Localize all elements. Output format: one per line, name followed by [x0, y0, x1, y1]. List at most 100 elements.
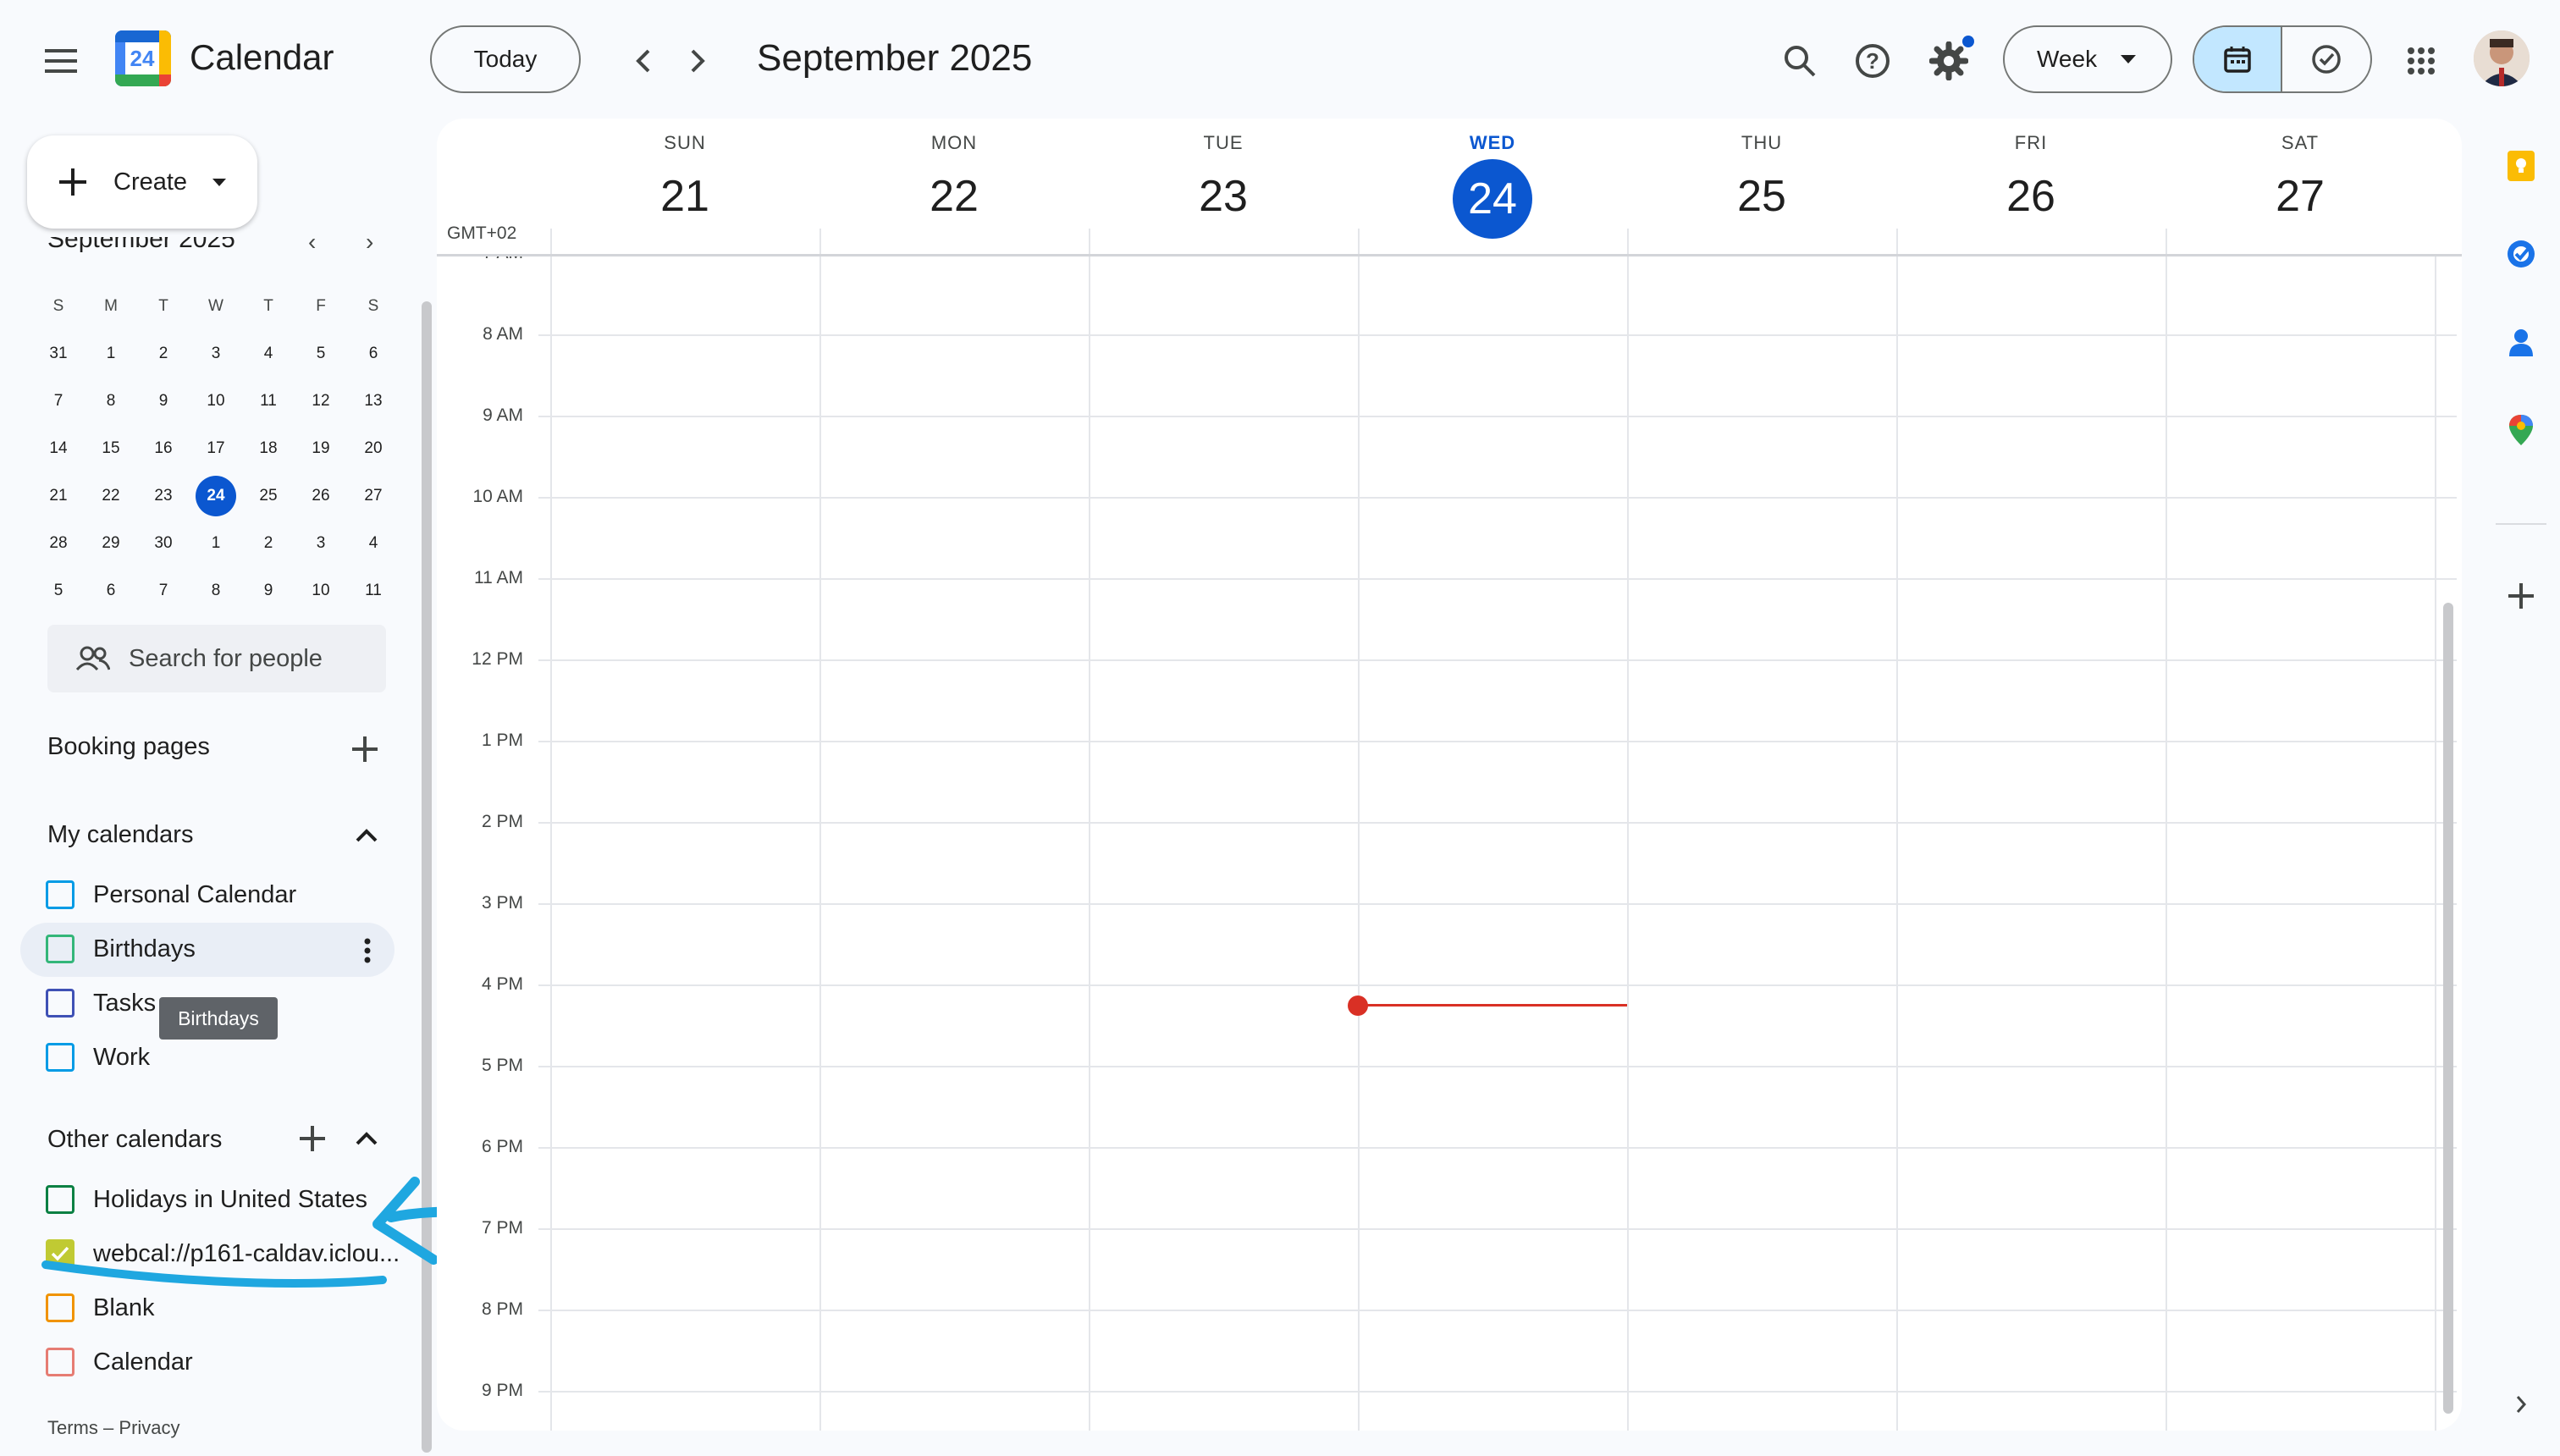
search-button[interactable]	[1773, 34, 1827, 88]
mini-day[interactable]: 8	[190, 567, 242, 615]
mini-day[interactable]: 10	[295, 567, 347, 615]
my-calendars-label[interactable]: My calendars	[47, 821, 193, 849]
other-calendars-label[interactable]: Other calendars	[47, 1126, 222, 1154]
time-grid[interactable]: 7 AM 8 AM 9 AM 10 AM 11 AM 12 PM 1 PM 2 PM 3 PM 4…	[437, 256, 2462, 1431]
mini-day[interactable]: 22	[85, 472, 137, 520]
mini-day[interactable]: 9	[242, 567, 295, 615]
mini-day[interactable]: 11	[347, 567, 400, 615]
mini-day[interactable]: 1	[85, 330, 137, 378]
mini-day[interactable]: 3	[190, 330, 242, 378]
mini-day[interactable]: 21	[32, 472, 85, 520]
day-number[interactable]: 24	[1358, 159, 1627, 239]
tasks-view-toggle[interactable]	[2282, 27, 2370, 91]
mini-day[interactable]: 2	[137, 330, 190, 378]
calendar-item-birthdays[interactable]: Birthdays	[46, 928, 196, 970]
calendar-options-button[interactable]	[350, 929, 384, 972]
get-add-ons-button[interactable]	[2496, 571, 2546, 621]
day-number[interactable]: 25	[1627, 159, 1896, 234]
main-menu-button[interactable]	[34, 34, 88, 88]
mini-day[interactable]: 16	[137, 425, 190, 472]
day-header-tue[interactable]: TUE 23	[1089, 119, 1358, 234]
day-number[interactable]: 26	[1896, 159, 2166, 234]
mini-day[interactable]: 24	[190, 472, 242, 520]
privacy-link[interactable]: Privacy	[119, 1417, 179, 1438]
mini-day[interactable]: 26	[295, 472, 347, 520]
calendar-checkbox[interactable]	[46, 1043, 74, 1072]
day-header-mon[interactable]: MON 22	[819, 119, 1089, 234]
day-header-wed[interactable]: WED 24	[1358, 119, 1627, 239]
mini-next-month-button[interactable]: ›	[366, 237, 373, 256]
add-other-calendar-button[interactable]	[291, 1117, 334, 1160]
next-week-button[interactable]	[674, 37, 721, 85]
collapse-my-calendars-button[interactable]	[345, 814, 388, 857]
mini-day[interactable]: 25	[242, 472, 295, 520]
day-header-sat[interactable]: SAT 27	[2166, 119, 2435, 234]
search-people-field[interactable]: Search for people	[47, 625, 386, 692]
show-side-panel-button[interactable]	[2504, 1383, 2538, 1426]
day-header-fri[interactable]: FRI 26	[1896, 119, 2166, 234]
calendar-item-personal[interactable]: Personal Calendar	[46, 874, 296, 916]
contacts-button[interactable]	[2496, 317, 2546, 367]
day-header-thu[interactable]: THU 25	[1627, 119, 1896, 234]
calendar-checkbox[interactable]	[46, 880, 74, 909]
terms-link[interactable]: Terms	[47, 1417, 98, 1438]
calendar-checkbox[interactable]	[46, 989, 74, 1018]
mini-prev-month-button[interactable]: ‹	[308, 237, 316, 256]
mini-day[interactable]: 9	[137, 378, 190, 425]
mini-day[interactable]: 28	[32, 520, 85, 567]
tasks-button[interactable]	[2496, 229, 2546, 279]
help-button[interactable]: ?	[1846, 34, 1900, 88]
keep-button[interactable]	[2496, 141, 2546, 191]
today-button[interactable]: Today	[430, 25, 581, 93]
mini-day[interactable]: 6	[85, 567, 137, 615]
mini-day[interactable]: 23	[137, 472, 190, 520]
account-avatar[interactable]	[2474, 30, 2530, 86]
mini-day[interactable]: 20	[347, 425, 400, 472]
mini-day[interactable]: 29	[85, 520, 137, 567]
mini-day[interactable]: 14	[32, 425, 85, 472]
day-number[interactable]: 21	[550, 159, 819, 234]
add-booking-page-button[interactable]	[344, 728, 386, 770]
mini-day[interactable]: 1	[190, 520, 242, 567]
mini-day[interactable]: 6	[347, 330, 400, 378]
mini-day[interactable]: 4	[242, 330, 295, 378]
day-number[interactable]: 27	[2166, 159, 2435, 234]
mini-day[interactable]: 7	[137, 567, 190, 615]
maps-button[interactable]	[2496, 405, 2546, 455]
mini-day[interactable]: 15	[85, 425, 137, 472]
mini-day[interactable]: 12	[295, 378, 347, 425]
grid-scrollbar[interactable]	[2443, 603, 2453, 1414]
previous-week-button[interactable]	[620, 37, 667, 85]
settings-button[interactable]	[1922, 34, 1976, 88]
mini-day[interactable]: 11	[242, 378, 295, 425]
day-number[interactable]: 22	[819, 159, 1089, 234]
calendar-item-calendar[interactable]: Calendar	[46, 1341, 193, 1383]
calendar-view-toggle[interactable]	[2194, 27, 2282, 91]
mini-day[interactable]: 4	[347, 520, 400, 567]
mini-day[interactable]: 2	[242, 520, 295, 567]
collapse-other-calendars-button[interactable]	[345, 1117, 388, 1160]
mini-day[interactable]: 17	[190, 425, 242, 472]
calendar-item-work[interactable]: Work	[46, 1036, 150, 1078]
mini-day[interactable]: 19	[295, 425, 347, 472]
app-logo[interactable]: 24	[115, 30, 171, 86]
mini-day[interactable]: 18	[242, 425, 295, 472]
google-apps-button[interactable]	[2394, 34, 2448, 88]
calendar-checkbox[interactable]	[46, 1348, 74, 1376]
view-selector-dropdown[interactable]: Week	[2003, 25, 2172, 93]
day-header-sun[interactable]: SUN 21	[550, 119, 819, 234]
create-button[interactable]: Create	[27, 135, 257, 229]
mini-day[interactable]: 30	[137, 520, 190, 567]
mini-day[interactable]: 13	[347, 378, 400, 425]
mini-day[interactable]: 8	[85, 378, 137, 425]
mini-day[interactable]: 5	[32, 567, 85, 615]
calendar-checkbox[interactable]	[46, 935, 74, 963]
mini-day[interactable]: 3	[295, 520, 347, 567]
mini-day[interactable]: 5	[295, 330, 347, 378]
mini-day[interactable]: 27	[347, 472, 400, 520]
calendar-item-tasks[interactable]: Tasks	[46, 982, 156, 1024]
day-number[interactable]: 23	[1089, 159, 1358, 234]
mini-day[interactable]: 7	[32, 378, 85, 425]
mini-day[interactable]: 10	[190, 378, 242, 425]
mini-day[interactable]: 31	[32, 330, 85, 378]
